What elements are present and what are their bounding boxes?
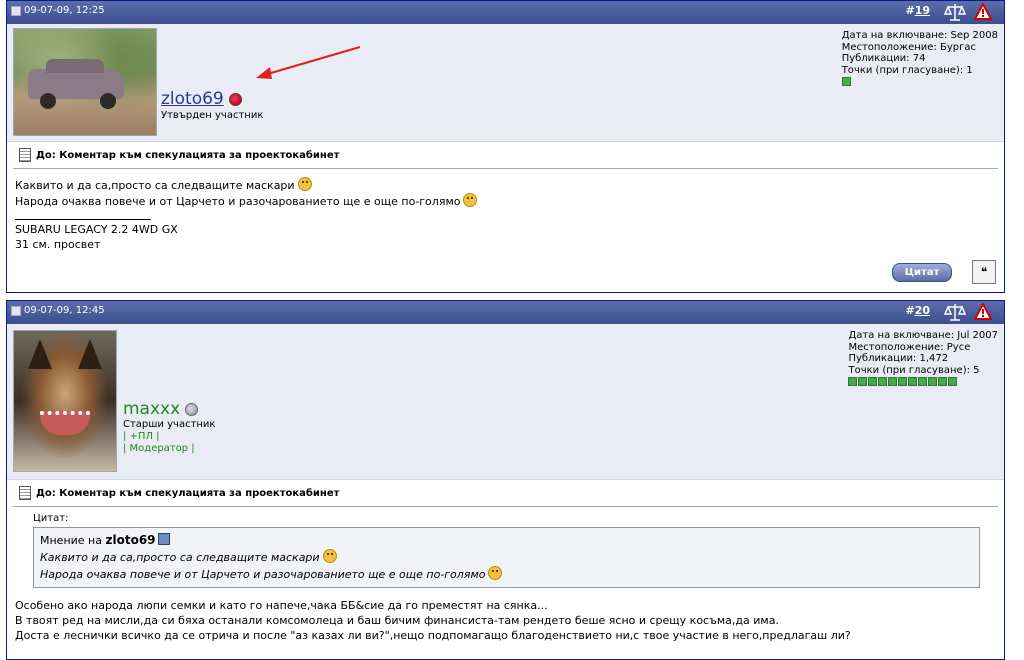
report-warning-icon[interactable]: [974, 3, 992, 21]
post-header: 09-07-09, 12:25 #19: [7, 1, 1004, 24]
scale-icon[interactable]: [944, 3, 966, 21]
document-icon: [19, 148, 31, 162]
post-date: 09-07-09, 12:45: [11, 305, 105, 316]
post-body: Каквито и да са,просто са следващите мас…: [7, 169, 1004, 260]
user-info-band: zloto69 Утвърден участник Дата на включв…: [7, 24, 1004, 142]
avatar: [13, 28, 157, 136]
quote-label: Цитат:: [33, 513, 69, 524]
username-link[interactable]: zloto69: [161, 89, 242, 109]
post-icon: [11, 5, 21, 16]
post-subject: До: Коментар към спекулацията за проекто…: [13, 142, 998, 169]
user-groups: | +ПЛ | | Модератор |: [123, 431, 195, 455]
user-stats: Дата на включване: Sep 2008 Местоположен…: [841, 30, 998, 86]
smiley-icon: [488, 566, 503, 580]
group-link[interactable]: | +ПЛ |: [123, 431, 195, 443]
user-info-band: maxxx Старши участник | +ПЛ | | Модерато…: [7, 324, 1004, 480]
user-title: Утвърден участник: [161, 110, 264, 121]
report-warning-icon[interactable]: [974, 303, 992, 321]
post-subject: До: Коментар към спекулацията за проекто…: [13, 480, 998, 507]
signature-line: SUBARU LEGACY 2.2 4WD GX: [15, 223, 178, 236]
user-title: Старши участник: [123, 419, 216, 430]
post-date: 09-07-09, 12:25: [11, 5, 105, 16]
quote-author: Мнение на zloto69: [40, 532, 973, 549]
document-icon: [19, 486, 31, 500]
scale-icon[interactable]: [944, 303, 966, 321]
username-link[interactable]: maxxx: [123, 399, 199, 419]
smiley-icon: [297, 177, 312, 191]
view-post-icon[interactable]: [157, 533, 170, 545]
smiley-icon: [322, 549, 337, 563]
group-link[interactable]: | Модератор |: [123, 443, 195, 455]
post-number-link[interactable]: #20: [905, 304, 930, 317]
user-stats: Дата на включване: Jul 2007 Местоположен…: [848, 330, 998, 386]
post-19: 09-07-09, 12:25 #19 zloto69 Утвърден уча…: [6, 0, 1005, 293]
quote-button[interactable]: Цитат: [892, 263, 952, 282]
offline-status-icon: [185, 402, 199, 416]
quote-block: Цитат: Мнение на zloto69 Каквито и да са…: [33, 513, 986, 588]
post-number-link[interactable]: #19: [905, 4, 930, 17]
annotation-arrow-icon: [256, 46, 361, 79]
reputation-bar: [841, 77, 998, 86]
avatar: [13, 330, 117, 472]
post-icon: [11, 305, 21, 316]
reputation-bar: [848, 377, 998, 386]
post-20: 09-07-09, 12:45 #20 maxxx Старши участни…: [6, 300, 1005, 660]
post-body: Особено ако народа люпи семки и като го …: [15, 599, 851, 642]
multiquote-icon[interactable]: ❝: [972, 260, 996, 284]
signature-divider: [15, 219, 151, 220]
online-status-icon: [228, 92, 242, 106]
smiley-icon: [463, 193, 478, 207]
quote-box: Мнение на zloto69 Каквито и да са,просто…: [33, 527, 980, 588]
post-header: 09-07-09, 12:45 #20: [7, 301, 1004, 324]
signature-line: 31 см. просвет: [15, 238, 101, 251]
